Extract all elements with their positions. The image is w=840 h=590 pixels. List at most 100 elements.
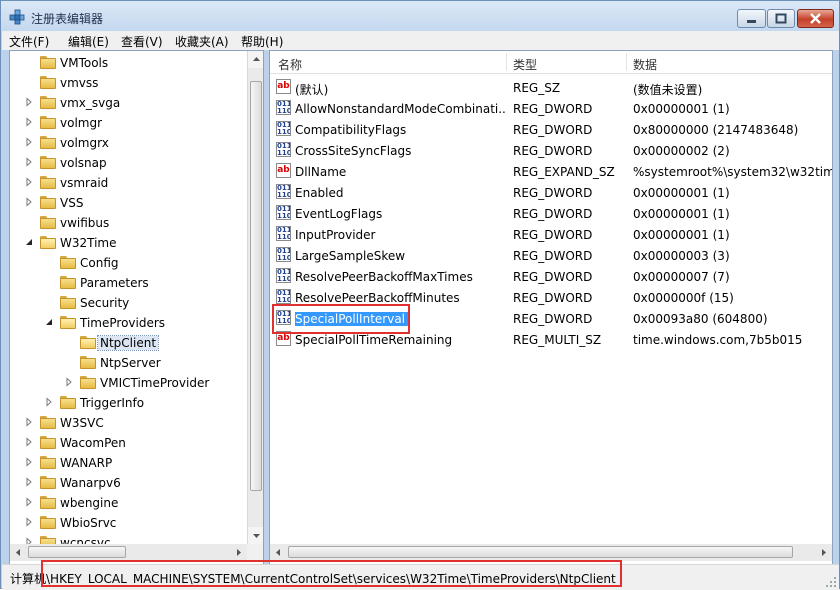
tree-item[interactable]: vsmraid <box>10 173 246 193</box>
folder-icon <box>40 176 56 189</box>
tree-item[interactable]: wbengine <box>10 493 246 513</box>
expand-triangle-icon[interactable] <box>24 157 34 167</box>
value-row[interactable]: 011 110 CompatibilityFlags REG_DWORD 0x80000… <box>270 119 832 140</box>
value-row[interactable]: ab SpecialPollTimeRemaining REG_MULTI_SZ ti… <box>270 329 832 350</box>
tree-item-label: Config <box>80 256 119 270</box>
value-name-text: ResolvePeerBackoffMaxTimes <box>295 270 473 284</box>
value-row[interactable]: ab (默认) REG_SZ (数值未设置) <box>270 77 832 98</box>
tree-item-label: WANARP <box>60 456 113 470</box>
expand-triangle-icon[interactable] <box>24 517 34 527</box>
value-type: REG_DWORD <box>513 249 593 263</box>
column-name-header[interactable]: 名称 <box>278 56 302 73</box>
tree-item[interactable]: volmgrx <box>10 133 246 153</box>
value-row[interactable]: 011 110 LargeSampleSkew REG_DWORD 0x00000003… <box>270 245 832 266</box>
scroll-down-button[interactable] <box>248 527 263 544</box>
value-row[interactable]: 011 110 CrossSiteSyncFlags REG_DWORD 0x00000… <box>270 140 832 161</box>
value-data: 0x00093a80 (604800) <box>633 312 768 326</box>
folder-icon <box>40 96 56 109</box>
binary-value-icon: 011 110 <box>276 226 291 241</box>
tree-horizontal-scrollbar[interactable] <box>10 544 247 561</box>
expand-triangle-icon[interactable] <box>24 457 34 467</box>
value-row[interactable]: 011 110 Enabled REG_DWORD 0x00000001 (1) <box>270 182 832 203</box>
column-data-header[interactable]: 数据 <box>633 56 657 73</box>
tree-item-label: WbioSrvc <box>60 516 117 530</box>
tree-item[interactable]: Wanarpv6 <box>10 473 246 493</box>
tree-item[interactable]: WacomPen <box>10 433 246 453</box>
scroll-left-arrow-icon[interactable] <box>10 544 27 561</box>
value-row[interactable]: 011 110 ResolvePeerBackoffMinutes REG_DWORD… <box>270 287 832 308</box>
menu-edit[interactable]: 编辑(E) <box>68 33 109 50</box>
value-row[interactable]: 011 110 EventLogFlags REG_DWORD 0x00000001 (… <box>270 203 832 224</box>
tree-item[interactable]: Parameters <box>10 273 246 293</box>
value-row[interactable]: 011 110 AllowNonstandardModeCombinati... RE… <box>270 98 832 119</box>
tree-item[interactable]: NtpClient <box>10 333 246 353</box>
menu-file[interactable]: 文件(F) <box>9 33 49 50</box>
value-name-text: (默认) <box>295 83 329 97</box>
scroll-up-button[interactable] <box>248 51 263 68</box>
value-row[interactable]: 011 110 ResolvePeerBackoffMaxTimes REG_DWOR… <box>270 266 832 287</box>
value-name: LargeSampleSkew <box>295 249 505 263</box>
tree-item[interactable]: W32Time <box>10 233 246 253</box>
tree-item-label: TimeProviders <box>80 316 166 330</box>
folder-icon <box>40 456 56 469</box>
expand-triangle-icon[interactable] <box>24 97 34 107</box>
maximize-button[interactable] <box>767 9 795 28</box>
tree-item[interactable]: volmgr <box>10 113 246 133</box>
tree-scroll-thumb[interactable] <box>250 81 262 491</box>
expand-triangle-icon[interactable] <box>64 377 74 387</box>
value-list-pane[interactable]: 名称 类型 数据 ab (默认) REG_SZ (数值未设置) 011 110 AllowN… <box>269 50 833 565</box>
tree-hscroll-thumb[interactable] <box>28 546 126 558</box>
collapse-triangle-icon[interactable] <box>44 317 54 327</box>
tree-item[interactable]: WANARP <box>10 453 246 473</box>
value-row[interactable]: 011 110 InputProvider REG_DWORD 0x00000001 (… <box>270 224 832 245</box>
expand-triangle-icon[interactable] <box>44 397 54 407</box>
expand-triangle-icon[interactable] <box>24 477 34 487</box>
expand-triangle-icon[interactable] <box>24 117 34 127</box>
tree-item[interactable]: VMTools <box>10 53 246 73</box>
value-row[interactable]: 011 110 SpecialPollInterval REG_DWORD 0x0009… <box>270 308 832 329</box>
list-horizontal-scrollbar[interactable] <box>270 544 832 561</box>
expand-triangle-icon[interactable] <box>24 497 34 507</box>
folder-icon <box>40 416 56 429</box>
tree-item[interactable]: vmvss <box>10 73 246 93</box>
menu-help[interactable]: 帮助(H) <box>241 33 283 50</box>
folder-icon <box>40 516 56 529</box>
tree-item[interactable]: VMICTimeProvider <box>10 373 246 393</box>
menu-view[interactable]: 查看(V) <box>121 33 163 50</box>
list-hscroll-thumb[interactable] <box>288 546 793 558</box>
tree-item[interactable]: vmx_svga <box>10 93 246 113</box>
tree-item[interactable]: Security <box>10 293 246 313</box>
value-name-text: CompatibilityFlags <box>295 123 407 137</box>
tree-item[interactable]: NtpServer <box>10 353 246 373</box>
tree-item[interactable]: vwifibus <box>10 213 246 233</box>
scroll-right-arrow-icon[interactable] <box>815 544 832 561</box>
close-button[interactable] <box>797 9 834 28</box>
value-row[interactable]: ab DllName REG_EXPAND_SZ %systemroot%\syste… <box>270 161 832 182</box>
menu-favorites[interactable]: 收藏夹(A) <box>175 33 229 50</box>
scroll-down-arrow-icon <box>253 534 260 538</box>
collapse-triangle-icon[interactable] <box>24 237 34 247</box>
title-bar[interactable]: 注册表编辑器 <box>1 1 839 31</box>
tree-item[interactable]: WbioSrvc <box>10 513 246 533</box>
scroll-left-arrow-icon[interactable] <box>270 544 287 561</box>
tree-item[interactable]: volsnap <box>10 153 246 173</box>
tree-vertical-scrollbar[interactable] <box>247 51 263 544</box>
expand-triangle-icon[interactable] <box>24 437 34 447</box>
tree-item[interactable]: VSS <box>10 193 246 213</box>
column-type-header[interactable]: 类型 <box>513 56 537 73</box>
expand-triangle-icon[interactable] <box>24 177 34 187</box>
scroll-right-arrow-icon[interactable] <box>230 544 247 561</box>
expand-triangle-icon[interactable] <box>24 197 34 207</box>
tree-item[interactable]: TriggerInfo <box>10 393 246 413</box>
minimize-button[interactable] <box>737 9 766 28</box>
binary-value-icon: 011 110 <box>276 289 291 304</box>
value-data: %systemroot%\system32\w32time <box>633 165 832 179</box>
tree-item[interactable]: Config <box>10 253 246 273</box>
resize-grip-icon[interactable] <box>825 576 837 588</box>
tree-item[interactable]: TimeProviders <box>10 313 246 333</box>
folder-icon <box>40 216 56 229</box>
expand-triangle-icon[interactable] <box>24 417 34 427</box>
key-tree-pane[interactable]: VMTools vmvss vmx_svga volmgr volmgrx volsnap… <box>9 50 264 565</box>
expand-triangle-icon[interactable] <box>24 137 34 147</box>
tree-item[interactable]: W3SVC <box>10 413 246 433</box>
